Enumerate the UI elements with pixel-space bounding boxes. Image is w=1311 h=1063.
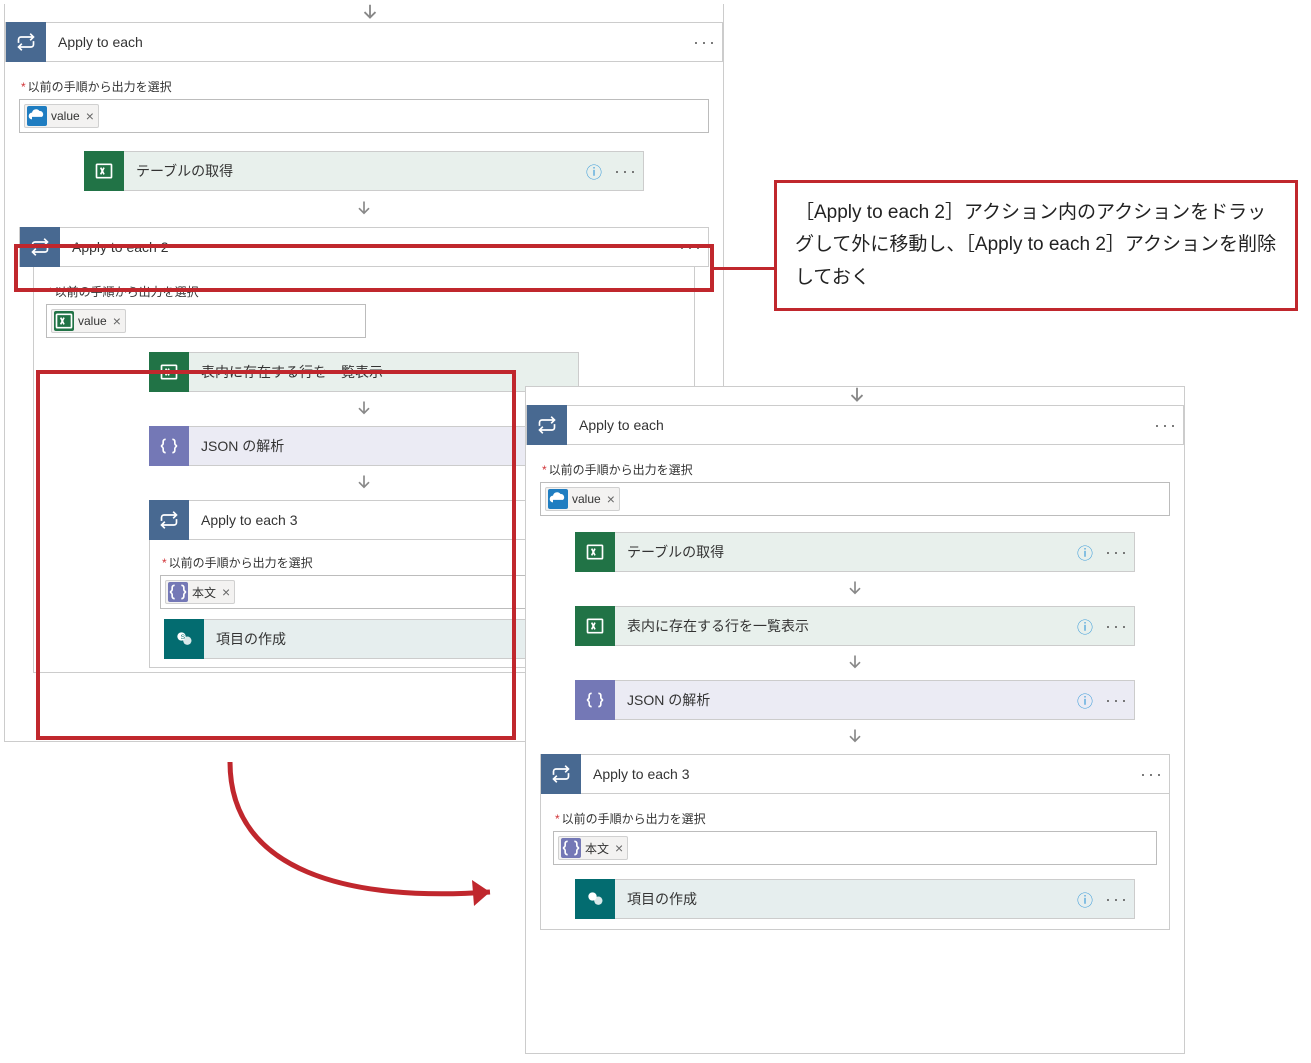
apply-to-each-header-after[interactable]: Apply to each ··· xyxy=(526,405,1184,445)
excel-icon xyxy=(54,311,74,331)
output-field-2[interactable]: value × xyxy=(46,304,366,338)
select-output-label-after: *以前の手順から出力を選択 xyxy=(540,455,1170,482)
token-honbun[interactable]: 本文 × xyxy=(165,580,235,604)
select-output-label-2: *以前の手順から出力を選択 xyxy=(46,277,682,304)
excel-icon xyxy=(575,532,615,572)
loop-icon xyxy=(541,754,581,794)
select-output-label: *以前の手順から出力を選択 xyxy=(19,72,709,99)
onedrive-icon xyxy=(27,106,47,126)
get-tables-card-after[interactable]: テーブルの取得 ⓘ ··· xyxy=(575,532,1135,572)
apply-to-each-header[interactable]: Apply to each ··· xyxy=(5,22,723,62)
braces-icon xyxy=(149,426,189,466)
more-menu[interactable]: ··· xyxy=(609,161,643,182)
flow-arrow-icon xyxy=(354,392,374,426)
flow-panel-after: Apply to each ··· *以前の手順から出力を選択 value × xyxy=(525,386,1185,1054)
braces-icon xyxy=(561,838,581,858)
more-menu[interactable]: ··· xyxy=(1100,690,1134,711)
more-menu[interactable]: ··· xyxy=(1149,415,1183,436)
output-field-3-after[interactable]: 本文 × xyxy=(553,831,1157,865)
remove-token[interactable]: × xyxy=(113,313,121,329)
loop-icon xyxy=(20,227,60,267)
output-field[interactable]: value × xyxy=(19,99,709,133)
sharepoint-icon xyxy=(575,879,615,919)
sharepoint-icon: S xyxy=(164,619,204,659)
remove-token[interactable]: × xyxy=(615,840,623,856)
token-honbun[interactable]: 本文 × xyxy=(558,836,628,860)
loop-icon xyxy=(527,405,567,445)
excel-icon xyxy=(84,151,124,191)
get-tables-card[interactable]: テーブルの取得 ⓘ ··· xyxy=(84,151,644,191)
apply-to-each-3-header-after[interactable]: Apply to each 3 ··· xyxy=(540,754,1170,794)
more-menu[interactable]: ··· xyxy=(1100,889,1134,910)
more-menu[interactable]: ··· xyxy=(1100,616,1134,637)
flow-arrow-icon xyxy=(354,466,374,500)
parse-json-card-after[interactable]: JSON の解析 ⓘ ··· xyxy=(575,680,1135,720)
token-value-excel[interactable]: value × xyxy=(51,309,126,333)
callout-text: ［Apply to each 2］アクション内のアクションをドラッグして外に移動… xyxy=(795,202,1276,288)
help-icon[interactable]: ⓘ xyxy=(1070,614,1100,638)
parse-json-card[interactable]: JSON の解析 xyxy=(149,426,579,466)
apply-to-each-3-header[interactable]: Apply to each 3 xyxy=(149,500,579,540)
help-icon[interactable]: ⓘ xyxy=(1070,540,1100,564)
loop-icon xyxy=(149,500,189,540)
flow-arrow-icon xyxy=(845,572,865,606)
excel-icon xyxy=(149,352,189,392)
list-rows-card[interactable]: 表内に存在する行を一覧表示 xyxy=(149,352,579,392)
help-icon[interactable]: ⓘ xyxy=(1070,887,1100,911)
more-menu[interactable]: ··· xyxy=(674,237,708,258)
more-menu[interactable]: ··· xyxy=(1100,542,1134,563)
flow-arrow-icon xyxy=(354,191,374,227)
remove-token[interactable]: × xyxy=(607,491,615,507)
create-item-card[interactable]: S 項目の作成 xyxy=(164,619,564,659)
more-menu[interactable]: ··· xyxy=(688,32,722,53)
onedrive-icon xyxy=(548,489,568,509)
help-icon[interactable]: ⓘ xyxy=(579,159,609,183)
create-item-card-after[interactable]: 項目の作成 ⓘ ··· xyxy=(575,879,1135,919)
output-field-after[interactable]: value × xyxy=(540,482,1170,516)
excel-icon xyxy=(575,606,615,646)
callout-connector xyxy=(714,267,776,270)
more-menu[interactable]: ··· xyxy=(1135,764,1169,785)
callout-box: ［Apply to each 2］アクション内のアクションをドラッグして外に移動… xyxy=(774,180,1298,311)
token-value[interactable]: value × xyxy=(24,104,99,128)
braces-icon xyxy=(168,582,188,602)
remove-token[interactable]: × xyxy=(86,108,94,124)
help-icon[interactable]: ⓘ xyxy=(1070,688,1100,712)
loop-icon xyxy=(6,22,46,62)
select-output-label-3-after: *以前の手順から出力を選択 xyxy=(553,804,1157,831)
select-output-label-3: *以前の手順から出力を選択 xyxy=(160,548,568,575)
output-field-3[interactable]: 本文 × xyxy=(160,575,568,609)
list-rows-card-after[interactable]: 表内に存在する行を一覧表示 ⓘ ··· xyxy=(575,606,1135,646)
apply-to-each-title: Apply to each xyxy=(46,34,688,50)
braces-icon xyxy=(575,680,615,720)
curved-arrow xyxy=(200,752,520,925)
chevron-down-icon xyxy=(359,2,381,27)
flow-arrow-icon xyxy=(845,720,865,754)
apply-to-each-2-header[interactable]: Apply to each 2 ··· xyxy=(19,227,709,267)
flow-arrow-icon xyxy=(845,646,865,680)
remove-token[interactable]: × xyxy=(222,584,230,600)
chevron-down-icon xyxy=(846,385,868,410)
svg-text:S: S xyxy=(181,634,186,641)
token-value[interactable]: value × xyxy=(545,487,620,511)
